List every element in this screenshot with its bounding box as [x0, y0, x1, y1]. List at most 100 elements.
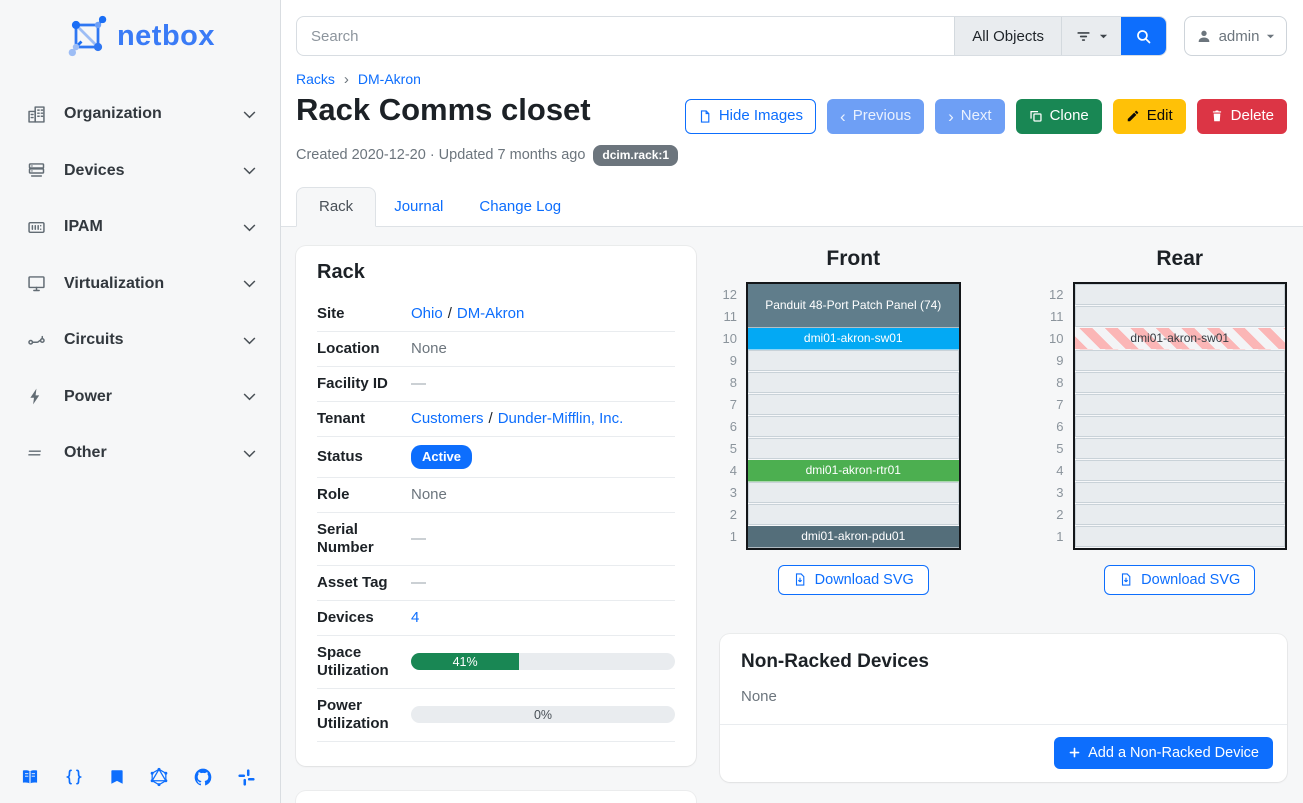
field-value-link[interactable]: Ohio	[411, 305, 443, 322]
tab-change-log[interactable]: Change Log	[461, 187, 579, 227]
rack-empty-slot[interactable]	[748, 394, 959, 416]
search-submit-button[interactable]	[1121, 17, 1166, 55]
field-value-link[interactable]: Dunder-Mifflin, Inc.	[498, 410, 624, 427]
search-filter-button[interactable]	[1061, 17, 1121, 55]
unit-labels-rear: 121110987654321	[1037, 282, 1073, 550]
object-meta: Created 2020-12-20 · Updated 7 months ag…	[296, 145, 1287, 166]
rack-empty-slot[interactable]	[748, 350, 959, 372]
sidebar: netbox Organization DevicesIPAM Virtualiza…	[0, 0, 281, 803]
pencil-icon	[1126, 109, 1140, 123]
unit-label: 6	[1037, 416, 1073, 438]
other-icon	[26, 443, 50, 463]
sidebar-item-other[interactable]: Other	[26, 425, 258, 482]
rack-grid-rear: dmi01-akron-sw01	[1073, 282, 1288, 550]
user-menu-button[interactable]: admin	[1184, 16, 1287, 56]
elevation-rear: Rear 121110987654321 dmi01-akron-sw01 Do…	[1037, 246, 1288, 595]
rack-empty-slot[interactable]	[1075, 350, 1286, 372]
unit-label: 7	[1037, 394, 1073, 416]
sidebar-nav: Organization DevicesIPAM Virtualization Cir…	[0, 68, 280, 767]
sidebar-item-label: Organization	[64, 105, 241, 123]
elevation-front-title: Front	[746, 247, 961, 271]
sidebar-item-devices[interactable]: Devices	[26, 143, 258, 200]
rack-device-front[interactable]: Panduit 48-Port Patch Panel (74)	[748, 284, 959, 328]
unit-labels-front: 121110987654321	[710, 282, 746, 550]
unit-label: 4	[1037, 460, 1073, 482]
rack-empty-slot[interactable]	[1075, 306, 1286, 328]
rack-empty-slot[interactable]	[1075, 438, 1286, 460]
sidebar-item-label: Virtualization	[64, 275, 241, 293]
graphql-icon[interactable]	[149, 767, 169, 787]
field-value-link[interactable]: Customers	[411, 410, 484, 427]
field-value-link[interactable]: DM-Akron	[457, 305, 525, 322]
download-svg-rear-button[interactable]: Download SVG	[1104, 565, 1255, 595]
rest-api-braces-icon[interactable]	[64, 767, 84, 787]
image-file-icon	[698, 109, 712, 124]
rack-empty-slot[interactable]	[1075, 504, 1286, 526]
rack-empty-slot[interactable]	[1075, 482, 1286, 504]
field-row: Space Utilization41%	[317, 636, 675, 689]
clone-button[interactable]: Clone	[1016, 99, 1102, 134]
rack-empty-slot[interactable]	[748, 482, 959, 504]
api-book-icon[interactable]	[108, 767, 126, 787]
hide-images-button[interactable]: Hide Images	[685, 99, 816, 134]
tab-journal[interactable]: Journal	[376, 187, 461, 227]
sidebar-item-ipam[interactable]: IPAM	[26, 199, 258, 256]
netbox-logo[interactable]: netbox	[0, 10, 280, 68]
rack-empty-slot[interactable]	[748, 416, 959, 438]
unit-label: 10	[710, 328, 746, 350]
utilization-progress-bar: 41%	[411, 653, 675, 670]
field-label: Asset Tag	[317, 574, 411, 592]
slack-icon[interactable]	[237, 768, 256, 787]
github-icon[interactable]	[193, 767, 213, 787]
breadcrumb-racks-link[interactable]: Racks	[296, 71, 335, 87]
unit-label: 3	[1037, 482, 1073, 504]
sidebar-item-virtualization[interactable]: Virtualization	[26, 256, 258, 313]
download-svg-front-button[interactable]: Download SVG	[778, 565, 929, 595]
rack-empty-slot[interactable]	[1075, 526, 1286, 548]
breadcrumb: Racks › DM-Akron	[296, 71, 1287, 87]
unit-label: 9	[1037, 350, 1073, 372]
rack-empty-slot[interactable]	[1075, 416, 1286, 438]
unit-label: 1	[1037, 526, 1073, 548]
rack-empty-slot[interactable]	[748, 504, 959, 526]
ipam-icon	[26, 217, 50, 238]
rack-device-rear[interactable]: dmi01-akron-sw01	[1075, 328, 1286, 350]
power-icon	[26, 387, 50, 406]
delete-button[interactable]: Delete	[1197, 99, 1287, 134]
search-input[interactable]	[297, 17, 954, 55]
object-id-badge[interactable]: dcim.rack:1	[593, 145, 678, 166]
chevron-down-icon	[241, 275, 258, 292]
field-label: Tenant	[317, 410, 411, 428]
status-badge: Active	[411, 445, 472, 469]
tab-rack[interactable]: Rack	[296, 187, 376, 227]
rack-empty-slot[interactable]	[748, 438, 959, 460]
rack-empty-slot[interactable]	[748, 372, 959, 394]
field-value-link[interactable]: 4	[411, 609, 419, 626]
field-row: Devices4	[317, 601, 675, 636]
rack-grid-front: Panduit 48-Port Patch Panel (74)dmi01-ak…	[746, 282, 961, 550]
sidebar-item-organization[interactable]: Organization	[26, 86, 258, 143]
rack-empty-slot[interactable]	[1075, 284, 1286, 306]
next-button[interactable]: › Next	[935, 99, 1005, 134]
rack-empty-slot[interactable]	[1075, 394, 1286, 416]
field-row: Asset Tag—	[317, 566, 675, 601]
rack-empty-slot[interactable]	[1075, 372, 1286, 394]
search-scope-select[interactable]: All Objects	[954, 17, 1061, 55]
sidebar-item-power[interactable]: Power	[26, 369, 258, 426]
chevron-down-icon	[241, 388, 258, 405]
sidebar-item-circuits[interactable]: Circuits	[26, 312, 258, 369]
page-title: Rack Comms closet	[296, 92, 591, 128]
elevation-front: Front 121110987654321 Panduit 48-Port Pa…	[710, 246, 961, 595]
sidebar-item-label: Other	[64, 444, 241, 462]
rack-empty-slot[interactable]	[1075, 460, 1286, 482]
docs-book-icon[interactable]	[20, 767, 40, 787]
previous-button[interactable]: ‹ Previous	[827, 99, 924, 134]
breadcrumb-site-link[interactable]: DM-Akron	[358, 71, 421, 87]
unit-label: 3	[710, 482, 746, 504]
add-non-racked-device-button[interactable]: Add a Non-Racked Device	[1054, 737, 1273, 769]
rack-device-front[interactable]: dmi01-akron-sw01	[748, 328, 959, 350]
edit-button[interactable]: Edit	[1113, 99, 1186, 134]
rack-device-front[interactable]: dmi01-akron-rtr01	[748, 460, 959, 482]
elevation-rear-title: Rear	[1073, 247, 1288, 271]
rack-device-front[interactable]: dmi01-akron-pdu01	[748, 526, 959, 548]
